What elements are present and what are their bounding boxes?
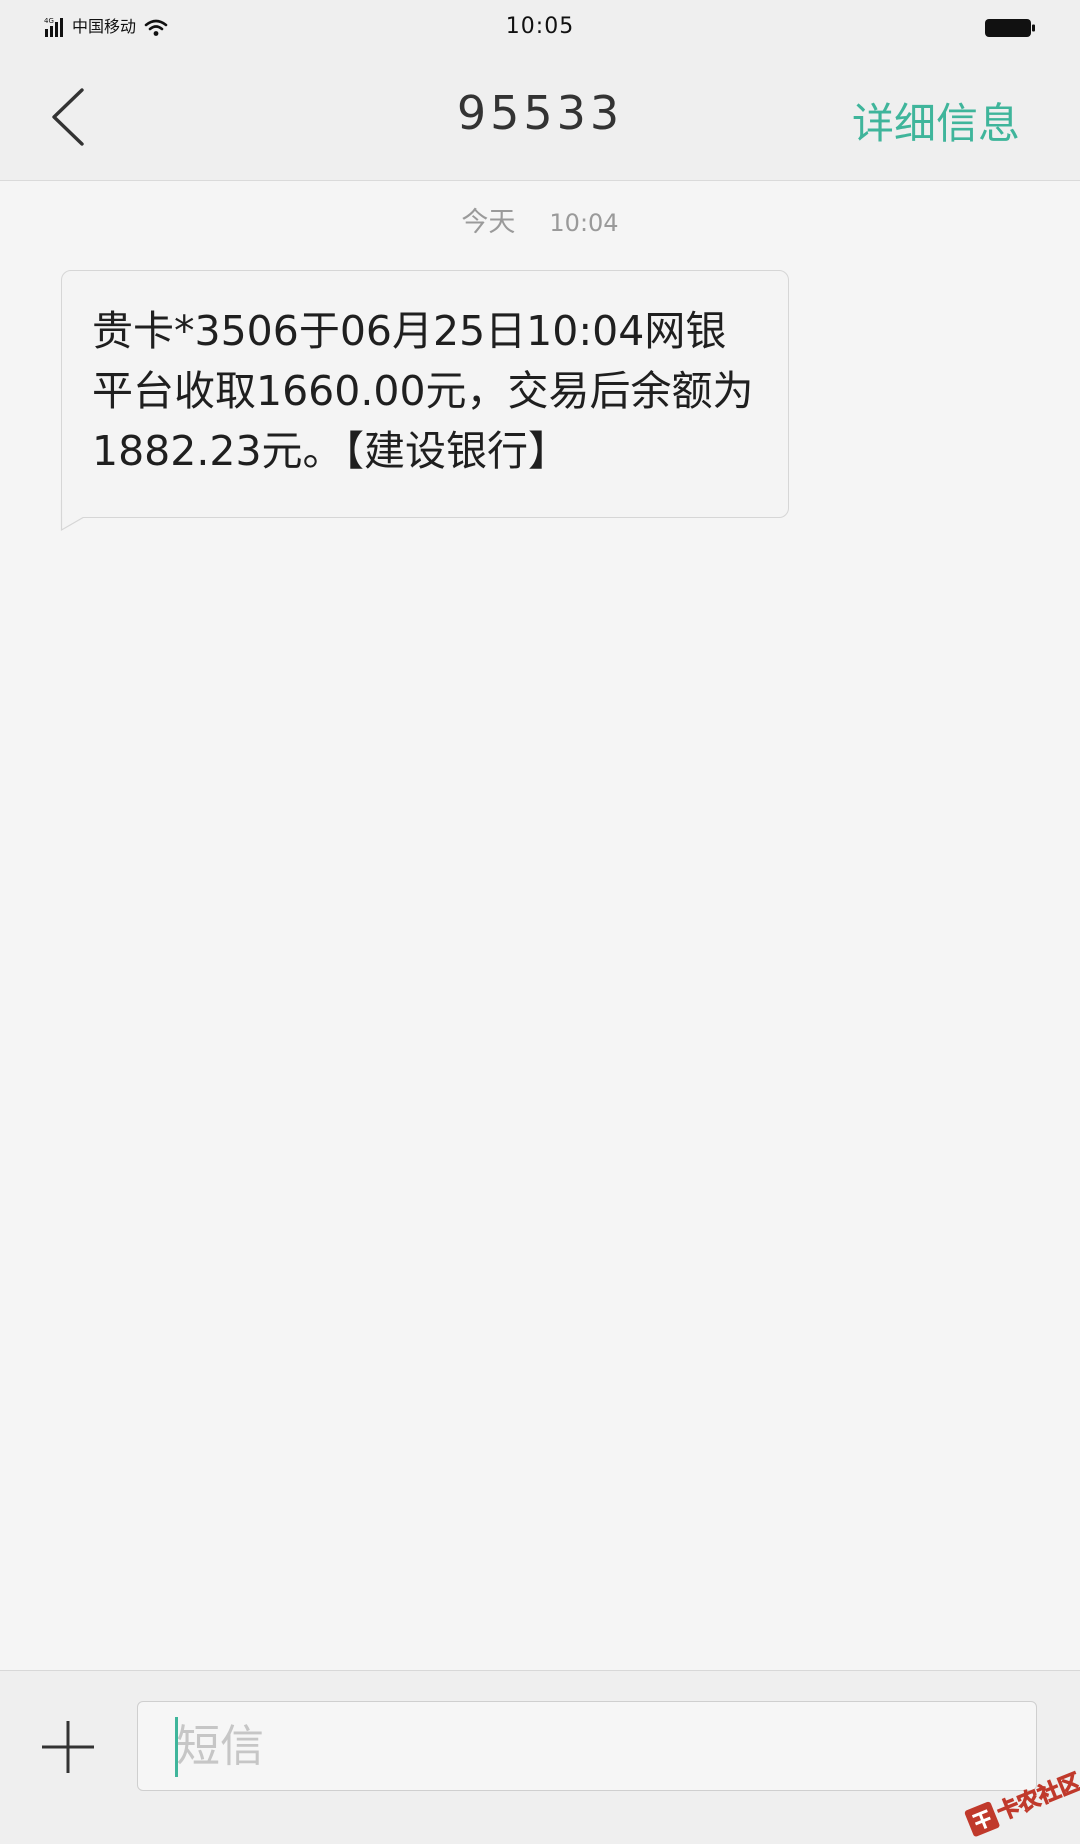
timestamp-time: 10:04 [549, 209, 619, 237]
status-bar: 4G 中国移动 10:05 [0, 0, 1080, 56]
conversation-header: 95533 详细信息 [0, 56, 1080, 181]
timestamp-day: 今天 [461, 207, 516, 238]
message-timestamp: 今天 10:04 [0, 200, 1080, 239]
incoming-message-bubble[interactable]: 贵卡*3506于06月25日10:04网银平台收取1660.00元，交易后余额为… [61, 270, 789, 518]
message-text: 贵卡*3506于06月25日10:04网银平台收取1660.00元，交易后余额为… [92, 307, 754, 475]
status-time: 10:05 [505, 14, 575, 39]
composer-bar [0, 1670, 1080, 1844]
text-caret [175, 1717, 178, 1777]
bubble-tail [60, 500, 85, 532]
add-attachment-button[interactable] [38, 1717, 98, 1777]
battery-icon [985, 19, 1035, 37]
details-button[interactable]: 详细信息 [852, 90, 1020, 151]
message-input[interactable] [137, 1701, 1037, 1791]
sms-conversation-screen: 4G 中国移动 10:05 95533 详细信息 今天 10:04 贵卡*3506… [0, 0, 1080, 1844]
